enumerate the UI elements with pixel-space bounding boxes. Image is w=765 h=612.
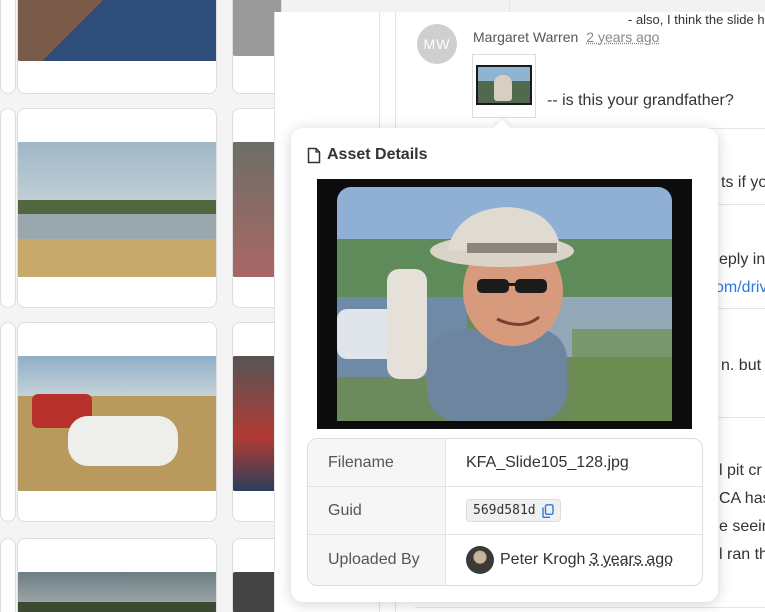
clipped-comment-text: ts if yo	[721, 174, 765, 191]
guid-value-cell: 569d581d	[446, 487, 702, 534]
grid-photo	[18, 142, 216, 277]
comment-time[interactable]: 2 years ago	[586, 29, 659, 45]
filename-label: Filename	[308, 439, 446, 486]
uploader-name[interactable]: Peter Krogh	[500, 551, 585, 569]
previous-comment-snippet: - also, I think the slide h	[628, 12, 765, 27]
thread-line	[509, 0, 510, 12]
asset-details-table: Filename KFA_Slide105_128.jpg Guid 569d5…	[307, 438, 703, 586]
app-stage: - also, I think the slide h MW Margaret …	[0, 0, 765, 612]
clipped-comment-link[interactable]: om/driv	[715, 279, 765, 297]
grid-card[interactable]	[0, 108, 16, 308]
grid-photo	[18, 572, 216, 612]
grid-card[interactable]	[0, 538, 16, 612]
filename-value: KFA_Slide105_128.jpg	[466, 453, 629, 471]
author-avatar: MW	[417, 24, 457, 64]
grid-card[interactable]	[0, 0, 16, 94]
asset-preview-image[interactable]	[317, 179, 692, 429]
clipped-comment-text: CA has	[719, 490, 765, 507]
grid-photo	[18, 0, 216, 61]
grid-card[interactable]	[17, 322, 217, 522]
grid-card[interactable]	[17, 0, 217, 94]
asset-photo-drawing	[337, 187, 672, 421]
uploaded-by-label: Uploaded By	[308, 535, 446, 585]
details-row-guid: Guid 569d581d	[308, 487, 702, 535]
grid-photo	[18, 356, 216, 491]
guid-value: 569d581d	[473, 503, 536, 518]
clipped-comment-text: n. but	[721, 357, 762, 374]
guid-label: Guid	[308, 487, 446, 534]
divider	[415, 607, 765, 608]
uploader-avatar	[466, 546, 494, 574]
details-row-filename: Filename KFA_Slide105_128.jpg	[308, 439, 702, 487]
grid-card[interactable]	[17, 538, 217, 612]
popover-title: Asset Details	[307, 146, 428, 164]
photo-grid	[0, 0, 282, 612]
comment-header: Margaret Warren 2 years ago	[473, 29, 659, 45]
comment-text: -- is this your grandfather?	[547, 92, 734, 109]
document-icon	[307, 147, 321, 163]
clipped-comment-text: l ran th	[719, 546, 765, 563]
guid-copy-button[interactable]: 569d581d	[466, 499, 561, 522]
author-name[interactable]: Margaret Warren	[473, 29, 578, 45]
grid-card[interactable]	[0, 322, 16, 522]
uploaded-time[interactable]: 3 years ago	[589, 551, 673, 569]
details-row-uploaded-by: Uploaded By Peter Krogh 3 years ago	[308, 535, 702, 585]
popover-title-text: Asset Details	[327, 146, 428, 163]
attachment-photo	[476, 65, 532, 105]
clipped-comment-text: e seein	[719, 518, 765, 535]
clipped-comment-text: eply in	[719, 251, 765, 268]
uploaded-by-value: Peter Krogh 3 years ago	[446, 535, 702, 585]
comment-attachment-thumbnail[interactable]	[472, 54, 536, 118]
clipped-comment-text: l pit cr	[719, 462, 762, 479]
copy-icon	[541, 503, 554, 518]
grid-card[interactable]	[17, 108, 217, 308]
asset-details-popover: Asset Details Filename KFA_Slide105_128.…	[291, 119, 718, 602]
